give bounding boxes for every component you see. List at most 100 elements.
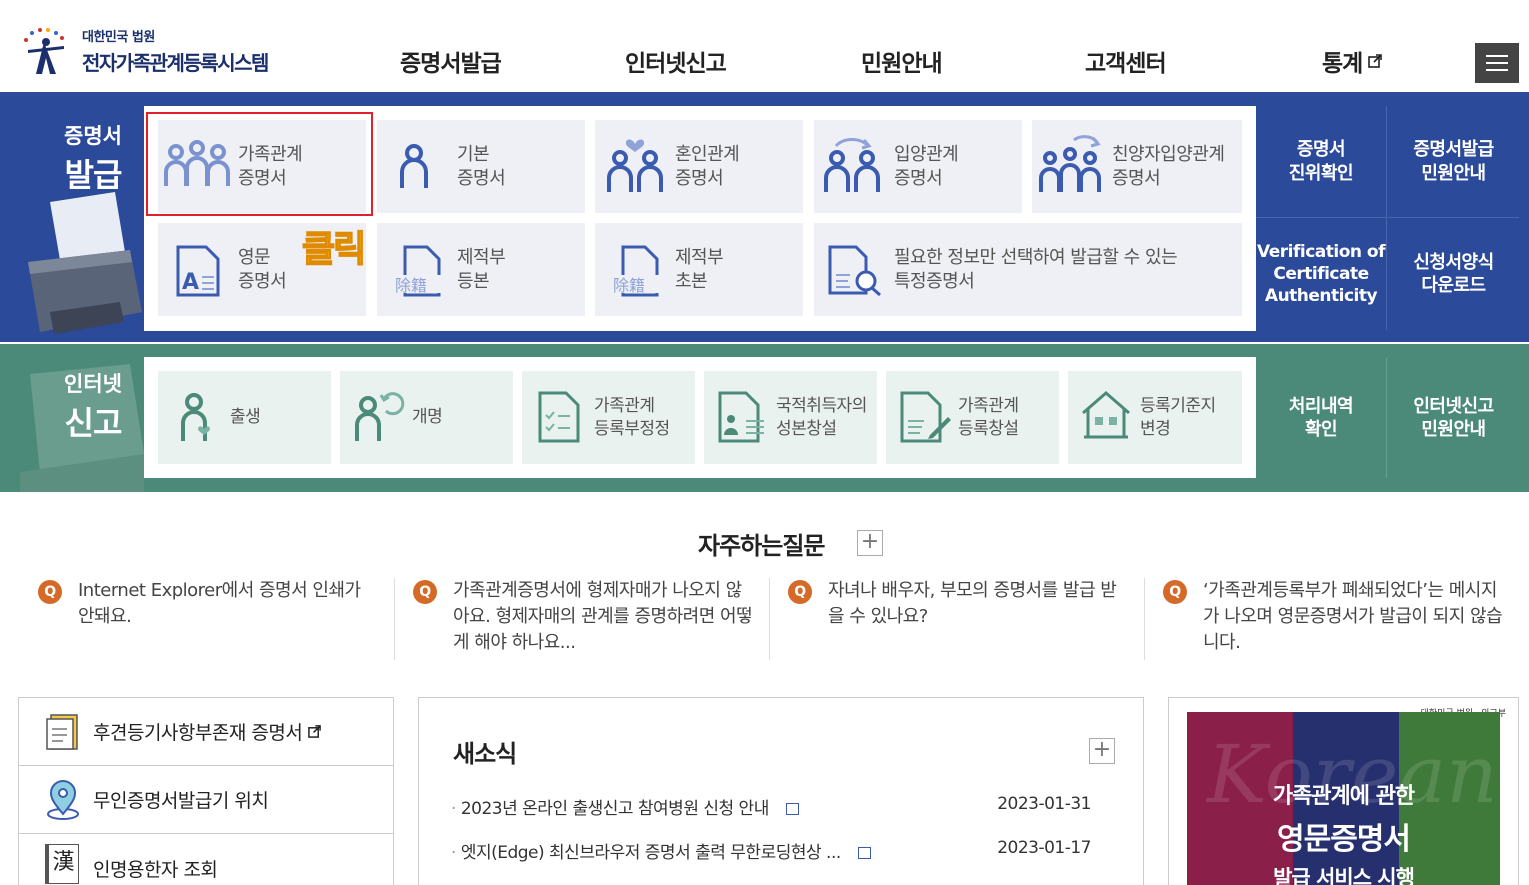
menu-bar xyxy=(1486,62,1508,64)
tile-name-change-report[interactable]: 개명 xyxy=(340,371,513,464)
news-more-button[interactable]: + xyxy=(1089,738,1115,764)
tile-label-line: 증명서 xyxy=(894,167,943,189)
document-search-icon xyxy=(828,245,881,297)
nav-statistics[interactable]: 통계 xyxy=(1322,44,1383,78)
tile-full-adoption-certificate[interactable]: 친양자입양관계 증명서 xyxy=(1032,120,1242,213)
tile-label: 제적부 등본 xyxy=(457,246,506,293)
faq-divider xyxy=(1144,578,1145,660)
faq-item[interactable]: Q 가족관계증명서에 형제자매가 나오지 않아요. 형제자매의 관계를 증명하려… xyxy=(413,578,753,656)
link-report-guide[interactable]: 인터넷신고 민원안내 xyxy=(1388,358,1519,478)
tile-register-creation[interactable]: 가족관계 등록창설 xyxy=(886,371,1059,464)
seal-text: 除籍 xyxy=(395,276,427,295)
tile-label: 기본 증명서 xyxy=(457,143,506,190)
report-tiles-panel: 출생 개명 가족관계 등록부정정 국적취득자의 성본창설 가족관계 등록창설 등… xyxy=(144,357,1256,478)
question-badge-icon: Q xyxy=(1163,580,1187,604)
faq-title: 자주하는질문 xyxy=(698,532,825,560)
news-box: 새소식 + · 2023년 온라인 출생신고 참여병원 신청 안내 2023-0… xyxy=(418,697,1144,885)
link-certificate-verification[interactable]: 증명서 진위확인 xyxy=(1256,106,1387,218)
tile-label-line: 친양자입양관계 xyxy=(1112,144,1225,166)
link-certificate-issue-guide[interactable]: 증명서발급 민원안내 xyxy=(1388,106,1519,218)
tile-label-line: 혼인관계 xyxy=(675,144,740,166)
tile-label-line: 국적취득자의 xyxy=(776,396,867,417)
tile-label-line: 등록창설 xyxy=(958,418,1019,439)
tile-label-line: 등록부정정 xyxy=(594,418,670,439)
tile-naturalized-surname[interactable]: 국적취득자의 성본창설 xyxy=(704,371,877,464)
tile-removed-register-copy[interactable]: 除籍 제적부 등본 xyxy=(377,223,585,316)
tile-label-line: 증명서 xyxy=(238,270,287,292)
news-item-date: 2023-01-31 xyxy=(997,794,1091,814)
quick-link-kiosk-location[interactable]: 무인증명서발급기 위치 xyxy=(19,766,393,834)
id-document-icon xyxy=(718,391,764,443)
link-form-download[interactable]: 신청서양식 다운로드 xyxy=(1388,218,1519,330)
link-verification-english[interactable]: Verification of Certificate Authenticity xyxy=(1256,218,1387,330)
tile-label-line: 제적부 xyxy=(457,247,506,269)
tile-basic-certificate[interactable]: 기본 증명서 xyxy=(377,120,585,213)
quick-link-guardianship[interactable]: 후견등기사항부존재 증명서 xyxy=(19,698,393,766)
nav-civil-guide[interactable]: 민원안내 xyxy=(861,44,943,78)
link-label-line: 처리내역 xyxy=(1288,395,1354,417)
faq-item[interactable]: Q ‘가족관계등록부가 폐쇄되었다’는 메시지가 나오며 영문증명서가 발급이 … xyxy=(1163,578,1503,656)
document-icon xyxy=(785,803,799,815)
seal-text: 除籍 xyxy=(613,276,645,295)
svg-text:A: A xyxy=(182,270,199,295)
external-link-icon xyxy=(308,725,322,738)
news-item-date: 2023-01-17 xyxy=(997,838,1091,858)
tile-label: 국적취득자의 성본창설 xyxy=(776,395,867,439)
tile-birth-report[interactable]: 출생 xyxy=(158,371,331,464)
link-label-line: 인터넷신고 xyxy=(1413,395,1494,417)
banner-line: 영문증명서 xyxy=(1277,822,1411,857)
faq-text: 자녀나 배우자, 부모의 증명서를 발급 받을 수 있나요? xyxy=(828,580,1117,627)
news-item-title: 2023년 온라인 출생신고 참여병원 신청 안내 xyxy=(460,799,770,819)
faq-text: 가족관계증명서에 형제자매가 나오지 않아요. 형제자매의 관계를 증명하려면 … xyxy=(453,580,753,653)
tile-label: 혼인관계 증명서 xyxy=(675,143,740,190)
tile-removed-register-abstract[interactable]: 除籍 제적부 초본 xyxy=(595,223,803,316)
nav-statistics-label: 통계 xyxy=(1322,51,1363,77)
tile-label-line: 기본 xyxy=(457,144,490,166)
news-item[interactable]: · 2023년 온라인 출생신고 참여병원 신청 안내 2023-01-31 xyxy=(451,794,1121,819)
birth-person-icon xyxy=(181,393,210,441)
menu-bar xyxy=(1486,55,1508,57)
link-processing-status[interactable]: 처리내역 확인 xyxy=(1256,358,1387,478)
tile-adoption-certificate[interactable]: 입양관계 증명서 xyxy=(814,120,1022,213)
nav-certificate-issue[interactable]: 증명서발급 xyxy=(400,44,502,78)
tile-label-line: 영문 xyxy=(238,247,271,269)
english-certificate-banner[interactable]: 대한민국 법원 외교부 Korean 가족관계에 관한 영문증명서 발급 서비스… xyxy=(1168,697,1519,885)
external-link-icon xyxy=(1368,54,1383,68)
faq-item[interactable]: Q Internet Explorer에서 증명서 인쇄가 안돼요. xyxy=(38,578,378,630)
tile-label: 출생 xyxy=(230,407,261,428)
tile-label: 가족관계 등록창설 xyxy=(958,395,1019,439)
tile-specific-certificate[interactable]: 필요한 정보만 선택하여 발급할 수 있는 특정증명서 xyxy=(814,223,1242,316)
quick-link-label: 무인증명서발급기 위치 xyxy=(93,790,269,812)
hamburger-menu-button[interactable] xyxy=(1475,43,1519,83)
tile-label-line: 특정증명서 xyxy=(894,270,975,292)
banner-headline: 가족관계에 관한 영문증명서 발급 서비스 시행 xyxy=(1187,778,1500,885)
banner-line: 발급 서비스 시행 xyxy=(1273,866,1415,885)
banner-line: 가족관계에 관한 xyxy=(1272,784,1415,809)
link-label-line: 증명서 xyxy=(1296,139,1346,161)
link-label-line: 진위확인 xyxy=(1288,162,1354,184)
faq-text: ‘가족관계등록부가 폐쇄되었다’는 메시지가 나오며 영문증명서가 발급이 되지… xyxy=(1203,580,1503,653)
report-section-title: 인터넷 신고 xyxy=(64,368,122,444)
click-annotation: 클릭 xyxy=(301,228,367,271)
quick-link-name-hanja[interactable]: 漢 인명용한자 조회 xyxy=(19,834,393,885)
news-item[interactable]: · 엣지(Edge) 최신브라우저 증명서 출력 무한로딩현상 ... 2023… xyxy=(451,838,1121,863)
tile-marriage-certificate[interactable]: 혼인관계 증명서 xyxy=(595,120,803,213)
adoption-arrows-icon xyxy=(824,138,880,192)
certificate-section-title: 증명서 발급 xyxy=(64,120,122,196)
certificate-title-big: 발급 xyxy=(64,156,123,194)
report-title-big: 신고 xyxy=(64,404,123,442)
removed-register-document-icon: 除籍 xyxy=(611,245,663,297)
tile-label: 등록기준지 변경 xyxy=(1140,395,1216,439)
tile-registry-base-change[interactable]: 등록기준지 변경 xyxy=(1068,371,1242,464)
faq-more-button[interactable]: + xyxy=(857,530,883,556)
tile-label-line: 초본 xyxy=(675,270,708,292)
tile-register-correction[interactable]: 가족관계 등록부정정 xyxy=(522,371,695,464)
news-item-title: 엣지(Edge) 최신브라우저 증명서 출력 무한로딩현상 ... xyxy=(460,843,841,863)
faq-item[interactable]: Q 자녀나 배우자, 부모의 증명서를 발급 받을 수 있나요? xyxy=(788,578,1128,630)
nav-customer-center[interactable]: 고객센터 xyxy=(1085,44,1167,78)
nav-internet-report[interactable]: 인터넷신고 xyxy=(625,44,727,78)
court-emblem-icon xyxy=(18,24,76,78)
quick-link-label: 후견등기사항부존재 증명서 xyxy=(93,722,303,744)
site-logo[interactable]: 대한민국 법원 전자가족관계등록시스템 xyxy=(18,24,269,78)
certificate-title-small: 증명서 xyxy=(64,124,122,148)
